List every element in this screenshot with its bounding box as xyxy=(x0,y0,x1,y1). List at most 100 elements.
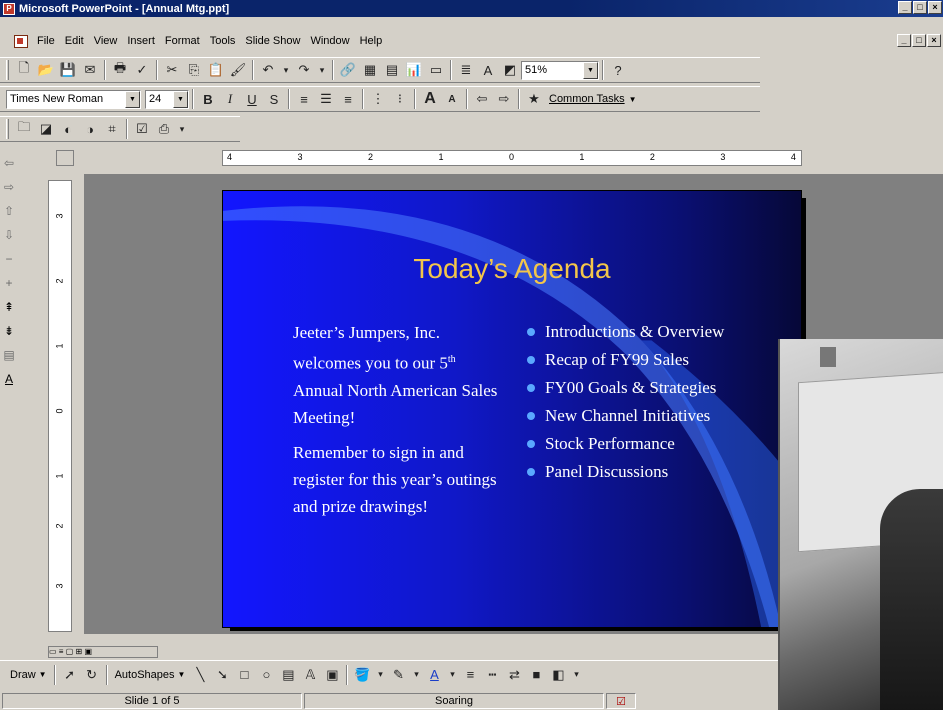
font-dropdown-icon[interactable]: ▼ xyxy=(125,90,140,108)
expand-all-icon[interactable]: ≣ xyxy=(455,59,477,81)
new-icon[interactable]: 🗋 xyxy=(13,59,35,81)
promote-arrow-icon[interactable]: ⇦ xyxy=(471,88,493,110)
arrow-style-icon[interactable]: ⇄ xyxy=(503,664,525,686)
common-tasks-button[interactable]: Common Tasks ▼ xyxy=(545,93,641,105)
grayscale-icon[interactable]: ◩ xyxy=(499,59,521,81)
image-control-icon[interactable]: ◪ xyxy=(35,118,57,140)
paste-icon[interactable]: 📋 xyxy=(205,59,227,81)
menu-edit[interactable]: Edit xyxy=(60,35,89,47)
expand-icon[interactable]: + xyxy=(5,276,12,290)
move-down-icon[interactable]: ⇩ xyxy=(4,228,14,242)
summary-slide-icon[interactable]: ▤ xyxy=(3,348,14,362)
line-color-icon[interactable]: ✎ xyxy=(387,664,409,686)
menu-view[interactable]: View xyxy=(89,35,123,47)
powerpoint-app-icon[interactable]: P xyxy=(3,2,15,15)
menu-tools[interactable]: Tools xyxy=(205,35,241,47)
doc-close-button[interactable]: × xyxy=(927,34,941,47)
crop-icon[interactable]: ⌗ xyxy=(101,118,123,140)
select-objects-icon[interactable]: ➚ xyxy=(59,664,81,686)
line-icon[interactable]: ╲ xyxy=(189,664,211,686)
oval-icon[interactable]: ○ xyxy=(255,664,277,686)
open-icon[interactable]: 📂 xyxy=(35,59,57,81)
3d-icon[interactable]: ◧ xyxy=(547,664,569,686)
bold-button[interactable]: B xyxy=(197,88,219,110)
close-button[interactable]: × xyxy=(928,1,942,14)
align-left-icon[interactable]: ≡ xyxy=(293,88,315,110)
shadow-icon[interactable]: ■ xyxy=(525,664,547,686)
fill-color-icon[interactable]: 🪣 xyxy=(351,664,373,686)
demote-icon[interactable]: ⇨ xyxy=(4,180,14,194)
toolbar-options-icon[interactable]: ▾ xyxy=(569,664,583,686)
restore-button[interactable]: □ xyxy=(913,1,927,14)
redo-dropdown-icon[interactable]: ▾ xyxy=(315,59,329,81)
insert-picture-icon[interactable]: 🗀 xyxy=(13,118,35,140)
numbering-icon[interactable]: ⋮ xyxy=(367,88,389,110)
promote-icon[interactable]: ⇦ xyxy=(4,156,14,170)
help-icon[interactable]: ? xyxy=(607,59,629,81)
wordart-icon[interactable]: 𝔸 xyxy=(299,664,321,686)
arrow-icon[interactable]: ➘ xyxy=(211,664,233,686)
print-icon[interactable]: 🖶 xyxy=(109,59,131,81)
autoshapes-menu-button[interactable]: AutoShapes ▼ xyxy=(111,669,190,681)
align-center-icon[interactable]: ☰ xyxy=(315,88,337,110)
clip-art-icon[interactable]: ▣ xyxy=(321,664,343,686)
font-color-icon[interactable]: A xyxy=(423,664,445,686)
font-size-combo[interactable]: 24 ▼ xyxy=(145,89,189,109)
increase-font-button[interactable]: A xyxy=(419,88,441,110)
bullets-icon[interactable]: ⁝ xyxy=(389,88,411,110)
format-picture-icon[interactable]: ⎙ xyxy=(153,118,175,140)
minimize-button[interactable]: _ xyxy=(898,1,912,14)
more-contrast-icon[interactable]: ◐ xyxy=(57,118,79,140)
font-size-dropdown-icon[interactable]: ▼ xyxy=(173,90,188,108)
free-rotate-icon[interactable]: ↻ xyxy=(81,664,103,686)
undo-dropdown-icon[interactable]: ▾ xyxy=(279,59,293,81)
zoom-dropdown-icon[interactable]: ▼ xyxy=(583,61,598,79)
document-icon[interactable] xyxy=(14,34,28,48)
normal-view-icon[interactable]: ▭ xyxy=(49,647,57,656)
copy-icon[interactable]: ⎘ xyxy=(183,59,205,81)
toolbar-options-icon[interactable]: ▾ xyxy=(175,118,189,140)
fill-color-dropdown-icon[interactable]: ▾ xyxy=(373,664,387,686)
cut-icon[interactable]: ✂ xyxy=(161,59,183,81)
font-combo[interactable]: Times New Roman ▼ xyxy=(6,89,141,109)
dash-style-icon[interactable]: ┅ xyxy=(481,664,503,686)
checkbox-icon[interactable]: ☑ xyxy=(131,118,153,140)
save-icon[interactable]: 💾 xyxy=(57,59,79,81)
demote-arrow-icon[interactable]: ⇨ xyxy=(493,88,515,110)
slide-view-icon[interactable]: ▢ xyxy=(66,647,74,656)
doc-restore-button[interactable]: □ xyxy=(912,34,926,47)
line-color-dropdown-icon[interactable]: ▾ xyxy=(409,664,423,686)
less-contrast-icon[interactable]: ◑ xyxy=(79,118,101,140)
doc-minimize-button[interactable]: _ xyxy=(897,34,911,47)
menu-insert[interactable]: Insert xyxy=(122,35,160,47)
undo-icon[interactable]: ↶ xyxy=(257,59,279,81)
outline-view-icon[interactable]: ≡ xyxy=(59,647,64,656)
menu-file[interactable]: File xyxy=(32,35,60,47)
hyperlink-icon[interactable]: 🔗 xyxy=(337,59,359,81)
underline-button[interactable]: U xyxy=(241,88,263,110)
redo-icon[interactable]: ↷ xyxy=(293,59,315,81)
move-up-icon[interactable]: ⇧ xyxy=(4,204,14,218)
slide-canvas[interactable]: Today’s Agenda Jeeter’s Jumpers, Inc. we… xyxy=(222,190,802,628)
font-color-dropdown-icon[interactable]: ▾ xyxy=(445,664,459,686)
show-formatting-outline-icon[interactable]: A xyxy=(5,372,13,386)
new-slide-icon[interactable]: ▭ xyxy=(425,59,447,81)
spelling-icon[interactable]: ✓ xyxy=(131,59,153,81)
expand-all-outline-icon[interactable]: ⇟ xyxy=(4,324,14,338)
rectangle-icon[interactable]: □ xyxy=(233,664,255,686)
zoom-combo[interactable]: 51% ▼ xyxy=(521,60,599,80)
email-icon[interactable]: ✉ xyxy=(79,59,101,81)
menu-format[interactable]: Format xyxy=(160,35,205,47)
menu-slide-show[interactable]: Slide Show xyxy=(240,35,305,47)
shadow-button[interactable]: S xyxy=(263,88,285,110)
horizontal-ruler[interactable]: 4 3 2 1 0 1 2 3 4 xyxy=(222,150,802,166)
agenda-bullet-list[interactable]: Introductions & Overview Recap of FY99 S… xyxy=(525,321,785,489)
collapse-icon[interactable]: − xyxy=(5,252,12,266)
align-right-icon[interactable]: ≡ xyxy=(337,88,359,110)
insert-table-icon[interactable]: ▤ xyxy=(381,59,403,81)
toolbar-grip[interactable] xyxy=(6,119,9,139)
menu-window[interactable]: Window xyxy=(305,35,354,47)
line-style-icon[interactable]: ≡ xyxy=(459,664,481,686)
slide-body-text[interactable]: Jeeter’s Jumpers, Inc. welcomes you to o… xyxy=(293,319,503,520)
format-painter-icon[interactable]: 🖌 xyxy=(227,59,249,81)
